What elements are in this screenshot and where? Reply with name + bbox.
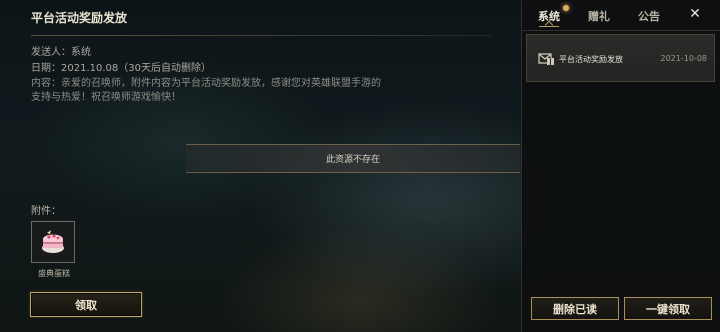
mail-content: 内容：亲爱的召唤师，附件内容为平台活动奖励发放，感谢您对英雄联盟手游的 支持与热… (31, 77, 391, 105)
resource-missing-toast: 此资源不存在 (186, 144, 520, 173)
content-text-2: 支持与热爱！祝召唤师游戏愉快！ (31, 92, 181, 103)
content-text-1: 亲爱的召唤师，附件内容为平台活动奖励发放，感谢您对英雄联盟手游的 (61, 78, 381, 89)
mail-date: 日期：2021.10.08（30天后自动删除） (31, 62, 211, 76)
mail-sender: 发送人：系统 (31, 46, 91, 60)
mail-title: 平台活动奖励发放 (31, 11, 128, 25)
close-icon[interactable]: ✕ (686, 5, 704, 23)
mail-item-date: 2021-10-08 (660, 54, 708, 63)
attachment-item-slot[interactable] (31, 221, 75, 263)
claim-all-button[interactable]: 一键领取 (624, 297, 712, 320)
notification-dot (563, 5, 569, 11)
content-label: 内容： (31, 78, 61, 89)
tab-divider (522, 30, 720, 31)
date-label: 日期： (31, 63, 61, 74)
mail-list-panel: 系统 赠礼 公告 ✕ 平台活动奖励发放 2021-10-08 删除已读 一键领取 (521, 0, 720, 332)
toast-message: 此资源不存在 (325, 155, 380, 165)
sender-label: 发送人： (31, 47, 71, 58)
sender-value: 系统 (71, 47, 91, 58)
mail-list-item[interactable]: 平台活动奖励发放 2021-10-08 (526, 34, 715, 82)
attachments-label: 附件： (31, 206, 61, 217)
mail-item-title: 平台活动奖励发放 (559, 55, 623, 64)
tab-notice[interactable]: 公告 (638, 8, 660, 24)
content-line-1: 内容：亲爱的召唤师，附件内容为平台活动奖励发放，感谢您对英雄联盟手游的 (31, 77, 391, 91)
mail-tabs: 系统 赠礼 公告 ✕ (522, 0, 720, 30)
tab-gift[interactable]: 赠礼 (588, 8, 610, 24)
mail-gift-icon (538, 53, 554, 65)
claim-button[interactable]: 领取 (30, 292, 142, 317)
attachment-item-name: 盛典蛋糕 (38, 269, 70, 278)
title-divider (31, 35, 491, 36)
delete-read-button[interactable]: 删除已读 (531, 297, 619, 320)
date-value: 2021.10.08（30天后自动删除） (61, 63, 211, 74)
cake-icon (42, 230, 64, 253)
